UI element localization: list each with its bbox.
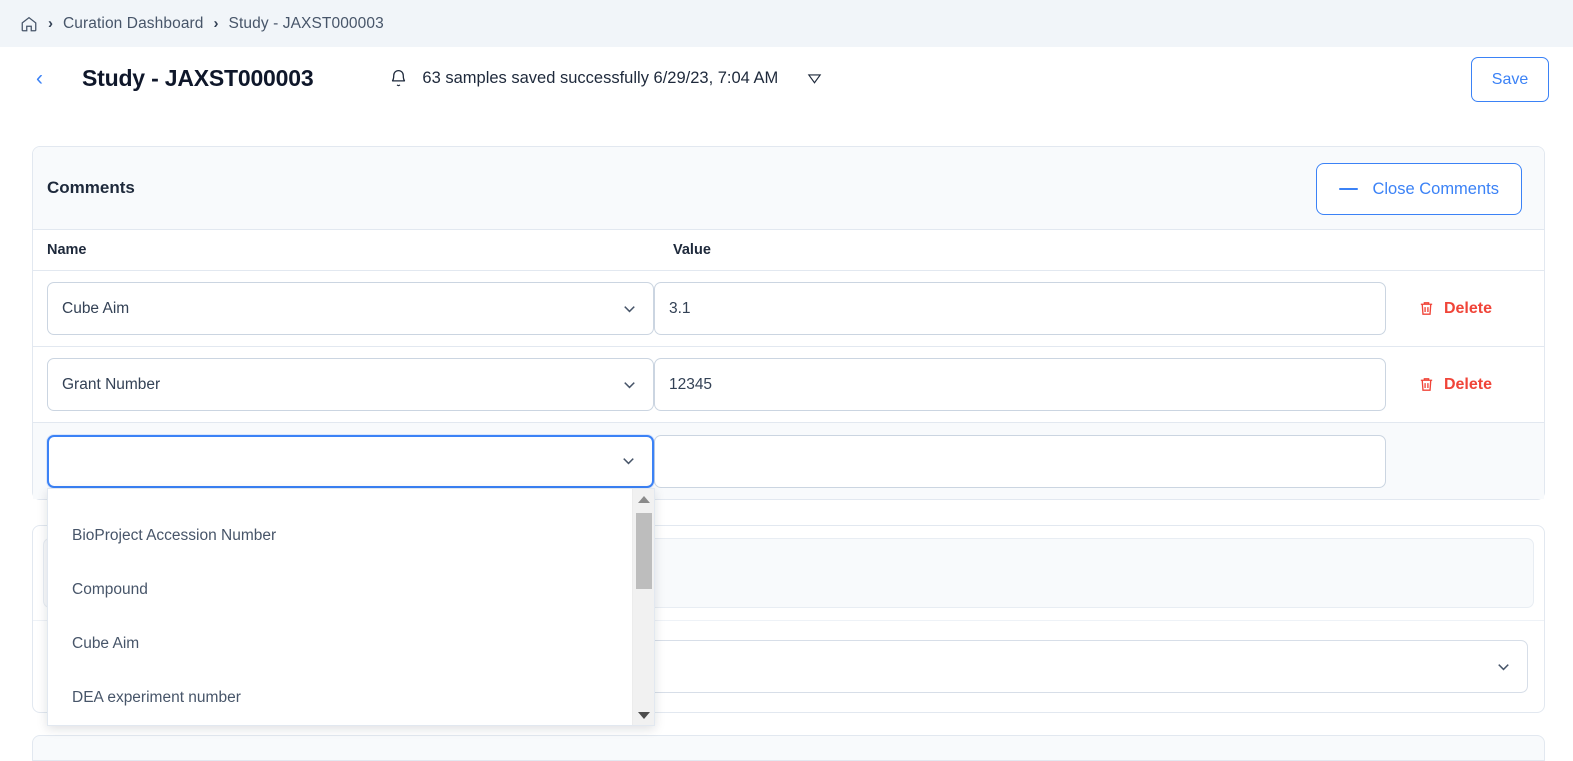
chevron-down-icon xyxy=(1498,663,1509,670)
page-header: ‹ Study - JAXST000003 63 samples saved s… xyxy=(0,47,1573,110)
column-header-name-cell: Name xyxy=(33,241,673,259)
bell-icon xyxy=(389,69,408,88)
comments-title: Comments xyxy=(47,178,135,197)
comment-value-input[interactable] xyxy=(653,434,1386,488)
comment-name-select[interactable]: Grant Number xyxy=(47,358,654,411)
table-row: Cube Aim Delete xyxy=(33,271,1544,347)
notification-banner: 63 samples saved successfully 6/29/23, 7… xyxy=(389,69,823,88)
row-value-cell xyxy=(653,358,1396,411)
breadcrumb-separator-2: › xyxy=(213,15,219,32)
delete-label: Delete xyxy=(1443,299,1492,317)
breadcrumb-separator-1: › xyxy=(48,15,53,32)
dropdown-option[interactable]: BioProject Accession Number xyxy=(48,509,632,563)
row-value-cell xyxy=(653,282,1396,335)
trash-icon xyxy=(1420,378,1433,391)
chevron-down-icon xyxy=(623,458,634,465)
row-action-cell: Delete xyxy=(1396,376,1544,394)
column-header-name: Name xyxy=(47,242,87,258)
dropdown-scrollbar[interactable] xyxy=(632,489,654,725)
chevron-down-icon xyxy=(624,381,635,388)
background-next-section xyxy=(32,735,1545,761)
chevron-down-icon xyxy=(624,305,635,312)
comment-name-select-value: Cube Aim xyxy=(62,299,130,317)
triangle-down-icon[interactable] xyxy=(792,70,823,87)
name-options-dropdown: BioProject Accession Number Compound Cub… xyxy=(47,488,655,726)
row-action-cell: Delete xyxy=(1396,300,1544,318)
notification-message: 63 samples saved successfully 6/29/23, 7… xyxy=(422,69,779,87)
home-icon[interactable] xyxy=(20,15,38,33)
comment-name-select-value: Grant Number xyxy=(62,375,161,393)
table-column-headers: Name Value xyxy=(33,230,1544,271)
row-name-cell: BioProject Accession Number Compound Cub… xyxy=(33,434,655,726)
dropdown-option[interactable]: Compound xyxy=(48,563,632,617)
scrollbar-thumb[interactable] xyxy=(636,513,652,589)
delete-button[interactable]: Delete xyxy=(1418,300,1492,318)
comment-value-input[interactable] xyxy=(653,282,1386,335)
dropdown-option[interactable]: DEA experiment number xyxy=(48,671,632,725)
delete-button[interactable]: Delete xyxy=(1418,376,1492,394)
comment-name-select-focused[interactable] xyxy=(47,434,654,488)
column-header-value-cell: Value xyxy=(673,241,1544,259)
breadcrumb-item-curation-dashboard[interactable]: Curation Dashboard xyxy=(63,15,204,33)
triangle-up-icon[interactable] xyxy=(633,490,654,508)
close-comments-button[interactable]: Close Comments xyxy=(1316,163,1522,215)
row-name-cell: Grant Number xyxy=(33,358,654,411)
row-value-cell xyxy=(653,434,1396,488)
table-row: Grant Number Delete xyxy=(33,347,1544,423)
comments-card-header: Comments Close Comments xyxy=(33,147,1544,230)
triangle-down-icon[interactable] xyxy=(633,706,654,724)
close-comments-label: Close Comments xyxy=(1372,179,1499,198)
table-row: BioProject Accession Number Compound Cub… xyxy=(33,423,1544,726)
page-title: Study - JAXST000003 xyxy=(82,65,314,91)
dropdown-option[interactable]: Cube Aim xyxy=(48,617,632,671)
save-button[interactable]: Save xyxy=(1471,57,1549,102)
column-header-value: Value xyxy=(673,242,711,258)
comment-value-input[interactable] xyxy=(653,358,1386,411)
delete-label: Delete xyxy=(1443,375,1492,393)
comments-card: Comments Close Comments Name Value Cube … xyxy=(32,146,1545,726)
breadcrumb-item-study[interactable]: Study - JAXST000003 xyxy=(229,15,384,33)
comment-name-select[interactable]: Cube Aim xyxy=(47,282,654,335)
row-name-cell: Cube Aim xyxy=(33,282,654,335)
trash-icon xyxy=(1420,302,1433,315)
breadcrumb: › Curation Dashboard › Study - JAXST0000… xyxy=(0,0,1573,47)
minus-icon xyxy=(1339,188,1359,190)
chevron-left-icon[interactable]: ‹ xyxy=(36,68,80,89)
dropdown-option-list: BioProject Accession Number Compound Cub… xyxy=(48,489,632,725)
